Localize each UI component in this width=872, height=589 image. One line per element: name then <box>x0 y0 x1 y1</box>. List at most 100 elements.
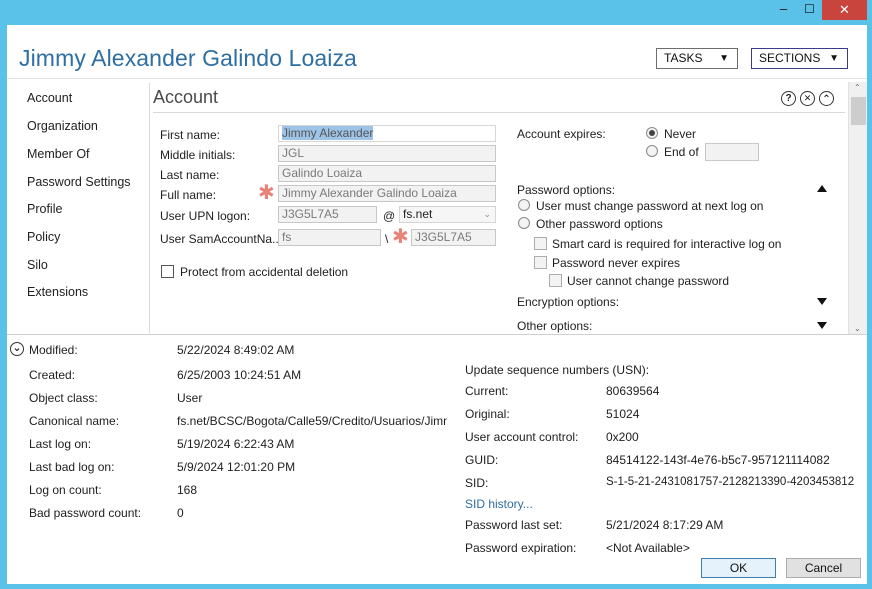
upn-domain-select[interactable]: fs.net ⌄ <box>399 206 496 223</box>
usn-original-label: Original: <box>465 407 510 421</box>
close-window-button[interactable]: ✕ <box>822 0 867 20</box>
upn-domain-value: fs.net <box>403 207 433 221</box>
scroll-down-icon[interactable]: ⌄ <box>854 324 861 333</box>
usn-current-label: Current: <box>465 384 509 398</box>
expires-end-of-radio[interactable] <box>646 145 658 157</box>
guid-label: GUID: <box>465 453 499 467</box>
account-section: Account ? ✕ ⌃ First name: Jimmy Alexande… <box>149 83 855 333</box>
never-expires-checkbox[interactable] <box>534 256 547 269</box>
password-expiration-value: <Not Available> <box>606 541 690 555</box>
sid-label: SID: <box>465 476 489 490</box>
encryption-options-label: Encryption options: <box>517 295 620 309</box>
chevron-down-icon: ▼ <box>829 53 839 64</box>
uac-label: User account control: <box>465 430 579 444</box>
canonical-name-label: Canonical name: <box>29 414 120 428</box>
nav-item-member-of[interactable]: Member Of <box>27 147 90 161</box>
object-class-label: Object class: <box>29 391 98 405</box>
last-name-field[interactable]: Galindo Loaiza <box>278 165 496 182</box>
password-last-set-label: Password last set: <box>465 518 563 532</box>
logon-count-value: 168 <box>177 483 198 497</box>
page-title: Jimmy Alexander Galindo Loaiza <box>19 45 357 71</box>
nav-item-password-settings[interactable]: Password Settings <box>27 175 131 189</box>
expires-never-radio[interactable] <box>646 127 658 139</box>
other-options-label: Other options: <box>517 319 593 333</box>
expand-details-icon[interactable]: ⌄ <box>10 342 24 356</box>
other-pw-options-radio[interactable] <box>518 217 530 229</box>
tasks-label: TASKS <box>664 51 703 65</box>
uac-value: 0x200 <box>606 430 639 444</box>
sid-history-link[interactable]: SID history... <box>465 497 533 511</box>
cancel-button[interactable]: Cancel <box>786 558 861 578</box>
smart-card-checkbox[interactable] <box>534 237 547 250</box>
modified-value: 5/22/2024 8:49:02 AM <box>177 343 295 357</box>
account-expires-label: Account expires: <box>517 127 606 141</box>
full-name-label: Full name: <box>160 188 217 202</box>
created-value: 6/25/2003 10:24:51 AM <box>177 368 302 382</box>
expires-never-label: Never <box>664 127 697 141</box>
help-icon[interactable]: ? <box>781 91 796 106</box>
at-sign: @ <box>383 209 396 223</box>
nav-item-organization[interactable]: Organization <box>27 119 98 133</box>
created-label: Created: <box>29 368 76 382</box>
sam-domain-field[interactable]: fs <box>278 229 381 246</box>
must-change-radio[interactable] <box>518 199 530 211</box>
scroll-up-icon[interactable]: ⌃ <box>854 83 861 92</box>
password-last-set-value: 5/21/2024 8:17:29 AM <box>606 518 724 532</box>
protect-deletion-checkbox[interactable] <box>161 265 174 278</box>
never-expires-label: Password never expires <box>552 256 681 270</box>
last-bad-logon-value: 5/9/2024 12:01:20 PM <box>177 460 296 474</box>
nav-item-policy[interactable]: Policy <box>27 230 60 244</box>
header-divider <box>7 78 867 79</box>
nav-item-account[interactable]: Account <box>27 91 72 105</box>
middle-initials-field[interactable]: JGL <box>278 145 496 162</box>
usn-current-value: 80639564 <box>606 384 660 398</box>
modified-label: Modified: <box>29 343 78 357</box>
cannot-change-label: User cannot change password <box>567 274 730 288</box>
password-options-label: Password options: <box>517 183 616 197</box>
ok-button[interactable]: OK <box>701 558 776 578</box>
object-class-value: User <box>177 391 203 405</box>
properties-window: Jimmy Alexander Galindo Loaiza TASKS ▼ S… <box>7 25 867 584</box>
usn-label: Update sequence numbers (USN): <box>465 363 650 377</box>
last-bad-logon-label: Last bad log on: <box>29 460 115 474</box>
expires-date-field[interactable] <box>705 143 759 161</box>
protect-deletion-label: Protect from accidental deletion <box>180 265 349 279</box>
bad-password-count-value: 0 <box>177 506 184 520</box>
other-pw-options-label: Other password options <box>536 217 663 231</box>
expand-triangle-icon[interactable] <box>817 298 827 305</box>
usn-original-value: 51024 <box>606 407 640 421</box>
sam-account-field[interactable]: J3G5L7A5 <box>411 229 496 246</box>
collapse-icon[interactable]: ⌃ <box>819 91 834 106</box>
last-logon-label: Last log on: <box>29 437 92 451</box>
collapse-triangle-icon[interactable] <box>817 185 827 192</box>
required-star-icon: ✱ <box>258 182 275 204</box>
expires-end-of-label: End of <box>664 145 699 159</box>
scroll-thumb[interactable] <box>851 97 866 125</box>
nav-item-extensions[interactable]: Extensions <box>27 285 88 299</box>
tasks-dropdown[interactable]: TASKS ▼ <box>656 48 738 69</box>
minimize-button[interactable]: – <box>770 0 797 20</box>
nav-item-silo[interactable]: Silo <box>27 258 48 272</box>
smart-card-label: Smart card is required for interactive l… <box>552 237 782 251</box>
must-change-label: User must change password at next log on <box>536 199 764 213</box>
nav-item-profile[interactable]: Profile <box>27 202 62 216</box>
maximize-button[interactable]: ☐ <box>796 0 823 20</box>
details-divider <box>7 334 867 335</box>
first-name-field[interactable]: Jimmy Alexander <box>278 125 496 142</box>
close-section-icon[interactable]: ✕ <box>800 91 815 106</box>
canonical-name-value: fs.net/BCSC/Bogota/Calle59/Credito/Usuar… <box>177 414 447 428</box>
expand-triangle-icon[interactable] <box>817 322 827 329</box>
vertical-scrollbar[interactable]: ⌃ ⌄ <box>848 82 867 334</box>
first-name-value: Jimmy Alexander <box>282 126 374 140</box>
chevron-down-icon: ⌄ <box>483 209 491 219</box>
upn-logon-field[interactable]: J3G5L7A5 <box>278 206 377 223</box>
sections-dropdown[interactable]: SECTIONS ▼ <box>751 48 848 69</box>
full-name-field[interactable]: Jimmy Alexander Galindo Loaiza <box>278 185 496 202</box>
bad-password-count-label: Bad password count: <box>29 506 142 520</box>
section-title: Account <box>153 87 219 107</box>
section-divider <box>153 112 845 113</box>
cannot-change-checkbox[interactable] <box>549 274 562 287</box>
sid-value: S-1-5-21-2431081757-2128213390-420345381… <box>606 476 855 488</box>
required-star-icon: ✱ <box>392 226 409 248</box>
password-expiration-label: Password expiration: <box>465 541 577 555</box>
